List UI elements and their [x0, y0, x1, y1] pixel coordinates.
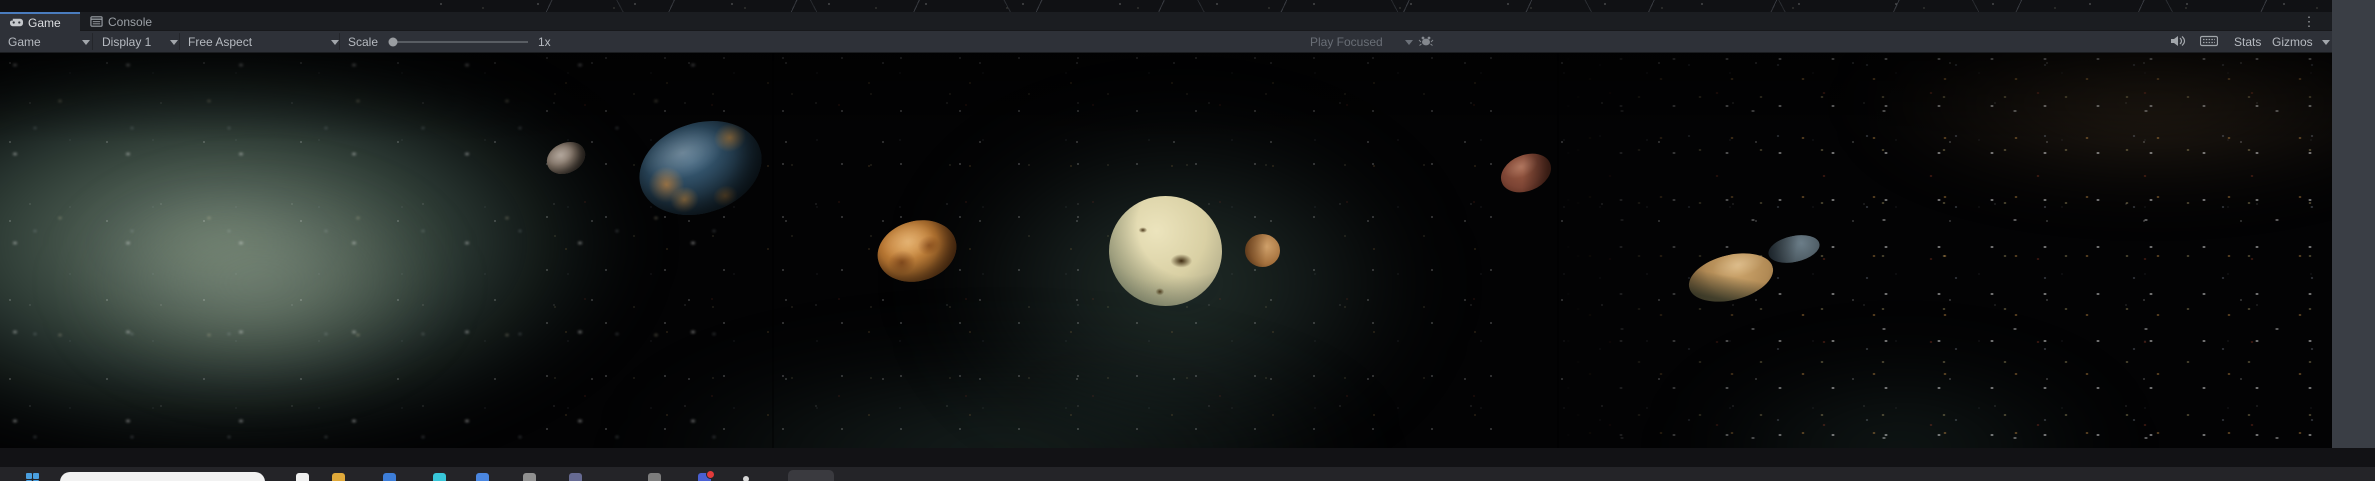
tab-bar: Game Console ⋮: [0, 12, 2332, 31]
start-button[interactable]: [26, 473, 39, 481]
kebab-menu-icon[interactable]: ⋮: [2302, 14, 2316, 30]
stats-label: Stats: [2234, 34, 2262, 49]
play-mode-label: Play Focused: [1310, 34, 1383, 49]
game-view-toolbar: Game Display 1 Free Aspect Scale 1x Play…: [0, 31, 2332, 53]
scale-slider-thumb[interactable]: [388, 37, 398, 46]
toolbar-separator: [179, 33, 180, 50]
notification-badge: [706, 470, 715, 479]
taskbar-hovered-item[interactable]: [788, 470, 834, 481]
view-mode-label: Game: [8, 34, 41, 49]
console-icon: [90, 16, 103, 27]
viewport-top-shade: [0, 53, 2332, 143]
mute-audio-icon[interactable]: [2170, 35, 2188, 49]
toolbar-separator: [339, 33, 340, 50]
gamepad-icon: [10, 18, 23, 27]
taskbar-app-icon[interactable]: [743, 476, 749, 481]
chevron-down-icon: [331, 40, 339, 45]
taskbar-app-icon[interactable]: [569, 473, 582, 481]
view-mode-dropdown[interactable]: Game: [8, 35, 41, 49]
aspect-dropdown[interactable]: Free Aspect: [188, 35, 252, 49]
taskbar-app-icon[interactable]: [476, 473, 489, 481]
scene-view-sliver: [0, 0, 2332, 12]
planet-small-tan: [1245, 234, 1280, 267]
taskbar-app-icon[interactable]: [383, 473, 396, 481]
tab-game[interactable]: Game: [0, 12, 80, 31]
gizmos-dropdown[interactable]: Gizmos: [2272, 35, 2313, 49]
display-label: Display 1: [102, 34, 152, 49]
bug-icon[interactable]: [1418, 35, 1436, 49]
tab-game-label: Game: [28, 15, 61, 30]
unity-editor-game-view: Game Console ⋮ Game Display 1 Free Aspec…: [0, 0, 2375, 481]
keyboard-icon[interactable]: [2200, 35, 2218, 49]
scale-label: Scale: [348, 34, 379, 49]
scale-slider-track[interactable]: [390, 40, 528, 43]
start-icon: [33, 473, 39, 479]
chevron-down-icon: [1405, 40, 1413, 45]
chevron-down-icon: [82, 40, 90, 45]
play-mode-dropdown[interactable]: Play Focused: [1310, 35, 1383, 49]
scene-sliver-grid: [430, 0, 2332, 12]
start-icon: [26, 473, 32, 479]
tab-console-label: Console: [108, 14, 153, 29]
taskbar-app-icon[interactable]: [296, 473, 309, 481]
taskbar-app-icon[interactable]: [648, 473, 661, 481]
display-dropdown[interactable]: Display 1: [102, 35, 151, 49]
gizmos-label: Gizmos: [2272, 34, 2313, 49]
chevron-down-icon: [170, 40, 178, 45]
window-bottom-gap: [0, 448, 2375, 467]
taskbar: [0, 467, 2375, 481]
taskbar-app-icon[interactable]: [523, 473, 536, 481]
aspect-label: Free Aspect: [188, 34, 253, 49]
taskbar-search-input[interactable]: [60, 472, 265, 481]
planet-cream: [1109, 196, 1222, 306]
taskbar-app-icon[interactable]: [433, 473, 446, 481]
game-viewport[interactable]: [0, 53, 2332, 448]
chevron-down-icon: [2322, 40, 2330, 45]
toolbar-separator: [92, 33, 93, 50]
taskbar-app-icon[interactable]: [332, 473, 345, 481]
tab-console[interactable]: Console: [80, 12, 172, 31]
taskbar-app-icon-with-badge[interactable]: [698, 470, 715, 481]
stats-button[interactable]: Stats: [2234, 35, 2261, 49]
scale-value: 1x: [538, 34, 551, 49]
editor-panel-edge: [2332, 0, 2375, 455]
